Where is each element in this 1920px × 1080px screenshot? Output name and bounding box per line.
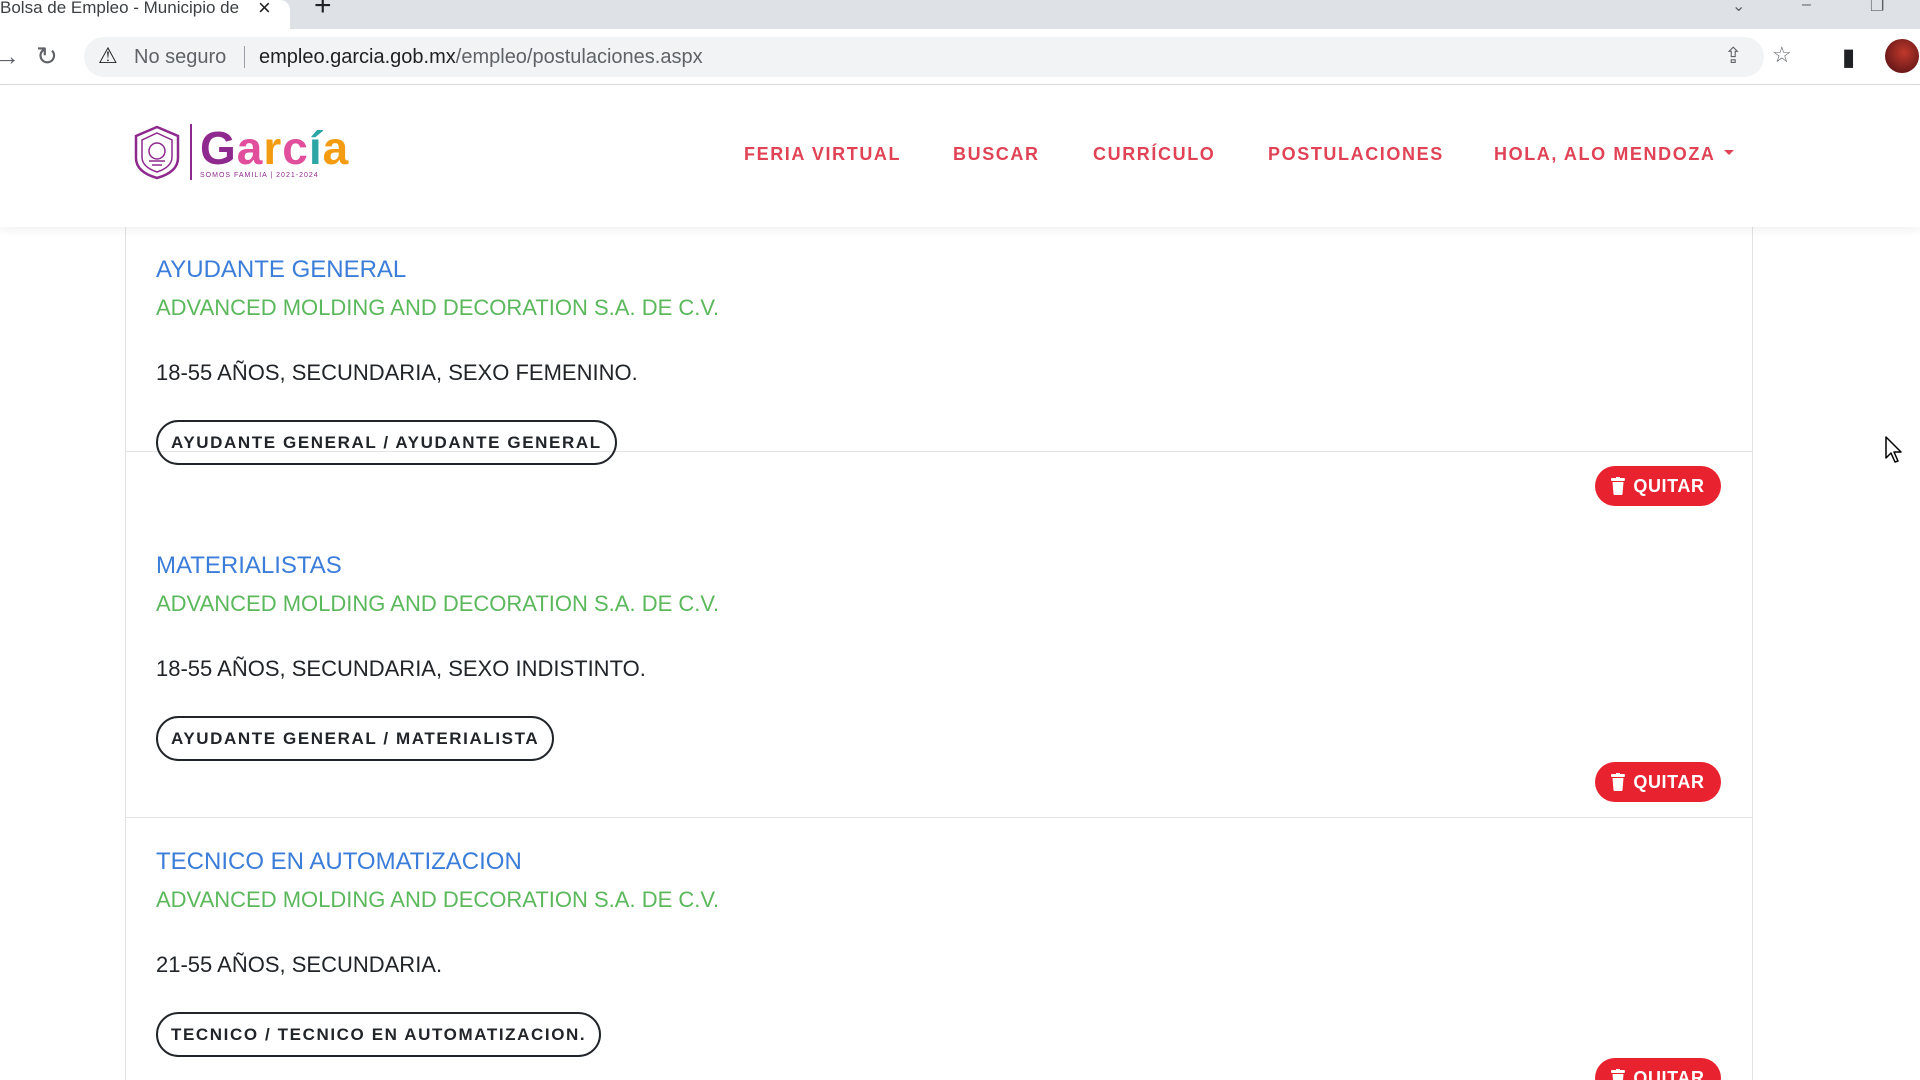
logo-tagline: SOMOS FAMILIA | 2021-2024	[200, 171, 319, 179]
reload-icon[interactable]: ↻	[36, 41, 58, 71]
minimize-icon[interactable]: –	[1802, 0, 1811, 14]
remove-application-button[interactable]: QUITAR	[1595, 1058, 1721, 1080]
job-requirements: 21-55 AÑOS, SECUNDARIA.	[156, 952, 443, 977]
browser-tab-strip: Bolsa de Empleo - Municipio de García × …	[0, 0, 1920, 29]
side-panel-icon[interactable]: ▮	[1842, 43, 1855, 72]
warning-icon[interactable]: ⚠	[98, 43, 118, 69]
trash-icon	[1611, 1069, 1626, 1080]
tab-title: Bolsa de Empleo - Municipio de García	[0, 0, 240, 17]
insecure-label[interactable]: No seguro	[134, 46, 226, 69]
job-title-link[interactable]: TECNICO EN AUTOMATIZACION	[156, 848, 522, 876]
remove-application-button[interactable]: QUITAR	[1595, 762, 1721, 802]
tab-search-icon[interactable]: ⌄	[1732, 0, 1745, 16]
remove-label: QUITAR	[1633, 1067, 1705, 1080]
job-title-link[interactable]: AYUDANTE GENERAL	[156, 256, 406, 284]
remove-application-button[interactable]: QUITAR	[1595, 466, 1721, 506]
logo-divider	[190, 124, 192, 180]
address-bar[interactable]: ⚠ No seguro empleo.garcia.gob.mx/empleo/…	[84, 37, 1792, 77]
trash-icon	[1611, 477, 1626, 495]
logo-wordmark: García	[200, 121, 350, 174]
url-path: /empleo/postulaciones.aspx	[455, 46, 703, 68]
job-category-tag: AYUDANTE GENERAL / AYUDANTE GENERAL	[156, 420, 617, 465]
nav-curriculo[interactable]: CURRÍCULO	[1093, 144, 1215, 165]
municipal-seal-icon	[134, 125, 180, 180]
company-name[interactable]: ADVANCED MOLDING AND DECORATION S.A. DE …	[156, 591, 719, 617]
profile-avatar[interactable]	[1885, 39, 1919, 73]
browser-tab[interactable]: Bolsa de Empleo - Municipio de García ×	[0, 0, 290, 29]
omnibox-divider	[244, 46, 245, 68]
close-tab-icon[interactable]: ×	[258, 0, 271, 19]
nav-buscar[interactable]: BUSCAR	[953, 144, 1040, 165]
job-category-tag: AYUDANTE GENERAL / MATERIALISTA	[156, 716, 555, 761]
job-requirements: 18-55 AÑOS, SECUNDARIA, SEXO INDISTINTO.	[156, 656, 646, 681]
mouse-cursor-icon	[1885, 436, 1902, 463]
company-name[interactable]: ADVANCED MOLDING AND DECORATION S.A. DE …	[156, 295, 719, 321]
job-category-tag: TECNICO / TECNICO EN AUTOMATIZACION.	[156, 1012, 602, 1057]
site-logo[interactable]: García SOMOS FAMILIA | 2021-2024	[132, 124, 349, 180]
application-card: MATERIALISTAS ADVANCED MOLDING AND DECOR…	[126, 522, 1752, 818]
job-title-link[interactable]: MATERIALISTAS	[156, 552, 342, 580]
forward-icon[interactable]: →	[0, 41, 20, 71]
caret-down-icon	[1723, 149, 1734, 155]
job-requirements: 18-55 AÑOS, SECUNDARIA, SEXO FEMENINO.	[156, 360, 638, 385]
nav-feria-virtual[interactable]: FERIA VIRTUAL	[744, 144, 901, 165]
browser-toolbar: → ↻ ⚠ No seguro empleo.garcia.gob.mx/emp…	[0, 29, 1920, 85]
nav-postulaciones[interactable]: POSTULACIONES	[1268, 144, 1444, 165]
remove-label: QUITAR	[1633, 475, 1705, 496]
applications-list: AYUDANTE GENERAL ADVANCED MOLDING AND DE…	[125, 226, 1753, 1080]
user-greeting: HOLA, ALO MENDOZA	[1494, 144, 1716, 164]
logo-text: García SOMOS FAMILIA | 2021-2024	[200, 121, 350, 179]
new-tab-icon[interactable]: +	[314, 0, 332, 21]
bookmark-star-icon[interactable]: ☆	[1772, 42, 1792, 68]
url-host: empleo.garcia.gob.mx	[259, 46, 456, 68]
user-menu-dropdown[interactable]: HOLA, ALO MENDOZA	[1494, 144, 1734, 165]
restore-icon[interactable]: ❐	[1870, 0, 1884, 16]
site-header: García SOMOS FAMILIA | 2021-2024 FERIA V…	[0, 86, 1920, 227]
application-card: TECNICO EN AUTOMATIZACION ADVANCED MOLDI…	[126, 818, 1752, 1080]
trash-icon	[1611, 773, 1626, 791]
remove-label: QUITAR	[1633, 771, 1705, 792]
company-name[interactable]: ADVANCED MOLDING AND DECORATION S.A. DE …	[156, 887, 719, 913]
share-icon[interactable]: ⇪	[1724, 43, 1742, 69]
url-text[interactable]: empleo.garcia.gob.mx/empleo/postulacione…	[259, 46, 703, 69]
